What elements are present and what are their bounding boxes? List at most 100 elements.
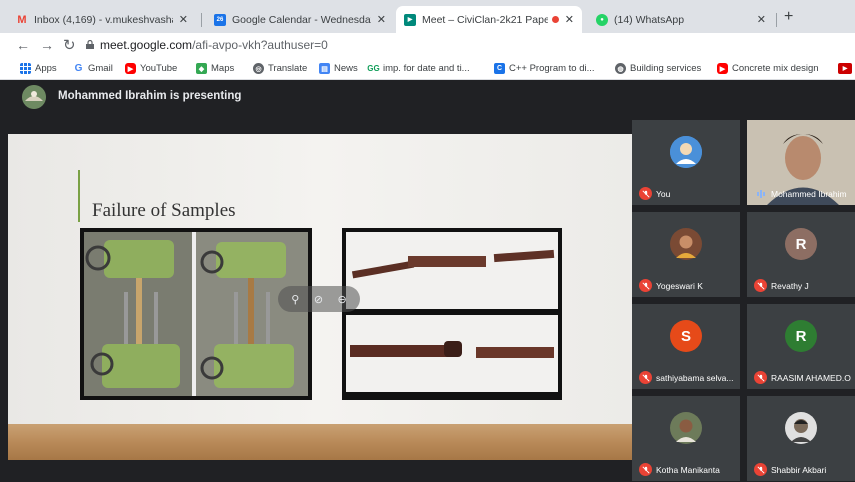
browser-tab-strip: M Inbox (4,169) - v.mukeshvashan ✕ 26 Go… xyxy=(0,0,855,33)
tab-title: Meet – CiviClan-2k21 Paper xyxy=(422,13,548,26)
participant-name: Yogeswari K xyxy=(656,281,703,291)
globe-icon: ◍ xyxy=(615,63,626,74)
tab-meet[interactable]: ▶ Meet – CiviClan-2k21 Paper ✕ xyxy=(396,6,582,33)
meet-call-area: Mohammed Ibrahim is presenting Failure o… xyxy=(0,80,855,482)
google-icon: G xyxy=(74,63,83,74)
translate-icon: ◎ xyxy=(253,63,264,74)
tab-title: Inbox (4,169) - v.mukeshvashan xyxy=(34,13,173,26)
slide-title: Failure of Samples xyxy=(92,200,236,221)
bookmark-imp-date[interactable]: GG imp. for date and ti... xyxy=(367,63,470,74)
participant-tile[interactable]: Kotha Manikanta xyxy=(632,396,740,481)
recording-indicator-icon xyxy=(551,16,559,23)
news-icon: ▤ xyxy=(319,63,330,74)
reload-icon[interactable]: ↻ xyxy=(63,36,76,54)
mic-off-icon xyxy=(639,371,652,384)
bookmark-maps[interactable]: ◆ Maps xyxy=(196,63,234,74)
sample-panel-bottom xyxy=(346,315,558,392)
avatar xyxy=(670,136,702,168)
sample-panel-top xyxy=(346,232,558,309)
new-tab-button[interactable]: + xyxy=(784,8,793,26)
speaking-indicator-icon xyxy=(754,187,767,200)
address-toolbar: ← → ↻ meet.google.com/afi-avpo-vkh?authu… xyxy=(0,33,855,58)
participant-tile[interactable]: S sathiyabama selva... xyxy=(632,304,740,389)
presenter-label: Mohammed Ibrahim is presenting xyxy=(58,90,242,102)
more-bookmarks-icon[interactable]: ▶ xyxy=(838,63,855,74)
mic-off-icon xyxy=(639,187,652,200)
mic-off-icon xyxy=(639,463,652,476)
bookmark-label: Building services xyxy=(630,63,702,74)
participant-name: sathiyabama selva... xyxy=(656,373,734,383)
tab-gmail[interactable]: M Inbox (4,169) - v.mukeshvashan ✕ xyxy=(8,6,196,33)
avatar: S xyxy=(670,320,702,352)
close-tab-icon[interactable]: ✕ xyxy=(757,13,766,26)
youtube-icon: ▶ xyxy=(125,63,136,74)
close-tab-icon[interactable]: ✕ xyxy=(377,13,386,26)
meet-icon: ▶ xyxy=(404,13,416,26)
presenter-bar: Mohammed Ibrahim is presenting xyxy=(0,80,855,116)
avatar xyxy=(670,228,702,260)
pin-icon[interactable]: ⚲ xyxy=(291,293,299,306)
avatar xyxy=(670,412,702,444)
url-host: meet.google.com xyxy=(100,38,193,52)
remove-icon[interactable]: ⊖ xyxy=(338,293,347,306)
tab-title: (14) WhatsApp xyxy=(614,13,685,26)
avatar xyxy=(22,85,46,109)
back-arrow-icon[interactable]: ← xyxy=(16,37,30,53)
bookmark-label: imp. for date and ti... xyxy=(383,63,470,74)
gg-icon: GG xyxy=(367,64,380,73)
tab-whatsapp[interactable]: ● (14) WhatsApp ✕ xyxy=(588,6,774,33)
participant-name: Revathy J xyxy=(771,281,809,291)
youtube-icon: ▶ xyxy=(717,63,728,74)
mic-off-icon xyxy=(754,463,767,476)
close-tab-icon[interactable]: ✕ xyxy=(179,13,188,26)
bookmark-concrete-mix[interactable]: ▶ Concrete mix design xyxy=(717,63,819,74)
maps-icon: ◆ xyxy=(196,63,207,74)
participant-name: Mohammed Ibrahim xyxy=(771,189,847,199)
mic-off-icon xyxy=(754,371,767,384)
bookmark-gmail[interactable]: G Gmail xyxy=(73,63,113,74)
bookmark-translate[interactable]: ◎ Translate xyxy=(253,63,307,74)
bookmark-building-services[interactable]: ◍ Building services xyxy=(615,63,701,74)
avatar: R xyxy=(785,228,817,260)
close-tab-icon[interactable]: ✕ xyxy=(565,13,574,26)
tab-calendar[interactable]: 26 Google Calendar - Wednesday, N ✕ xyxy=(206,6,394,33)
bookmark-label: Apps xyxy=(35,63,57,74)
slide-floor-decoration xyxy=(8,424,632,460)
program-icon: C xyxy=(494,63,505,74)
avatar: R xyxy=(785,320,817,352)
mute-presenter-icon[interactable]: ⊘ xyxy=(314,293,323,306)
bookmark-label: Translate xyxy=(268,63,308,74)
fractured-samples-photo xyxy=(342,228,562,400)
bookmark-cpp[interactable]: C C++ Program to di... xyxy=(494,63,595,74)
lock-icon[interactable] xyxy=(86,40,94,49)
slide-accent-line xyxy=(78,170,80,222)
bookmark-news[interactable]: ▤ News xyxy=(319,63,358,74)
bookmarks-bar: Apps G Gmail ▶ YouTube ◆ Maps ◎ Translat… xyxy=(0,58,855,80)
bookmark-youtube[interactable]: ▶ YouTube xyxy=(125,63,177,74)
address-bar[interactable]: meet.google.com/afi-avpo-vkh?authuser=0 xyxy=(100,38,328,52)
participant-tile[interactable]: Shabbir Akbari xyxy=(747,396,855,481)
calendar-icon: 26 xyxy=(214,13,226,26)
bookmark-label: C++ Program to di... xyxy=(509,63,595,74)
participant-name: Kotha Manikanta xyxy=(656,465,720,475)
presentation-slide: Failure of Samples ⚲ ⊘ ⊖ xyxy=(8,134,632,460)
participant-name: You xyxy=(656,189,671,199)
participant-name: Shabbir Akbari xyxy=(771,465,827,475)
gmail-icon: M xyxy=(17,13,27,26)
participant-tile[interactable]: R Revathy J xyxy=(747,212,855,297)
participant-name: RAASIM AHAMED.O xyxy=(771,373,851,383)
mic-off-icon xyxy=(754,279,767,292)
bookmark-label: News xyxy=(334,63,358,74)
url-path: /afi-avpo-vkh?authuser=0 xyxy=(192,38,328,52)
participant-tile-camera[interactable]: Mohammed Ibrahim xyxy=(747,120,855,205)
bookmark-label: Gmail xyxy=(88,63,113,74)
bookmark-apps[interactable]: Apps xyxy=(20,63,57,74)
bookmark-label: Maps xyxy=(211,63,235,74)
participant-tile[interactable]: Yogeswari K xyxy=(632,212,740,297)
forward-arrow-icon[interactable]: → xyxy=(40,37,54,53)
presentation-mini-controls: ⚲ ⊘ ⊖ xyxy=(278,286,360,312)
participant-tile[interactable]: R RAASIM AHAMED.O xyxy=(747,304,855,389)
participant-tile[interactable]: You xyxy=(632,120,740,205)
avatar xyxy=(785,412,817,444)
participants-panel: You Mohammed Ibrahim Yogeswari K R Revat… xyxy=(632,120,855,482)
